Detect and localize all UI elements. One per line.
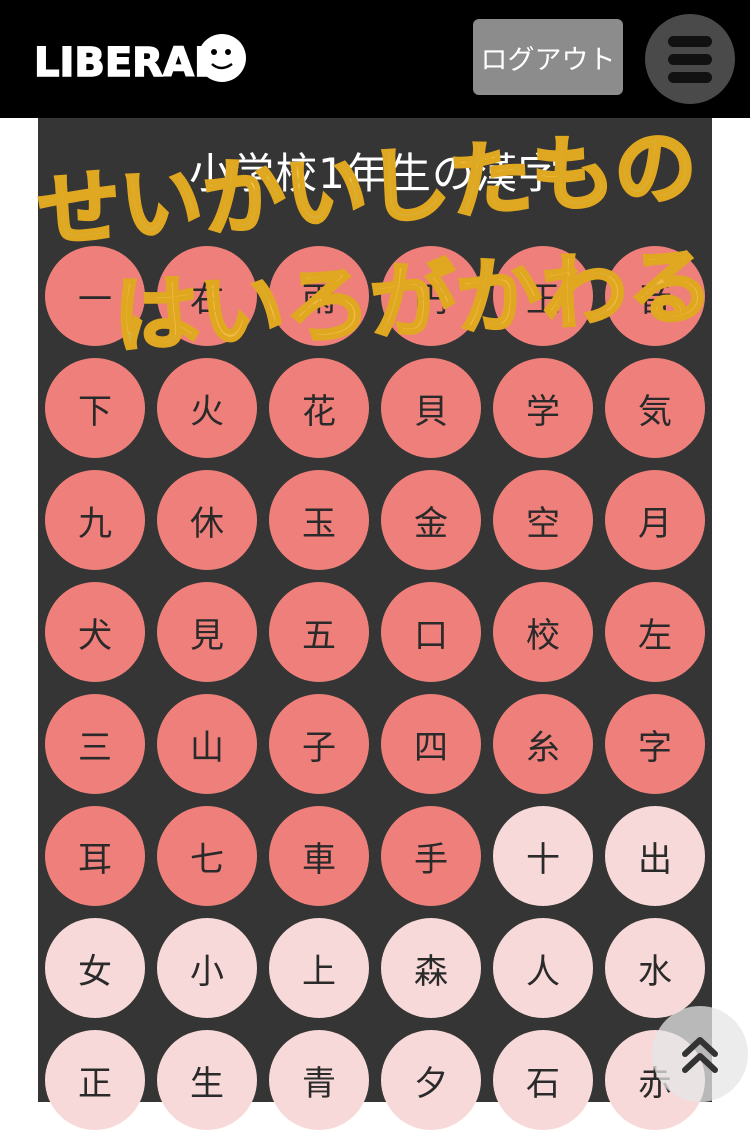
kanji-cell[interactable]: 人 [493, 918, 593, 1018]
hamburger-icon-bar [668, 71, 712, 83]
kanji-cell[interactable]: 下 [45, 358, 145, 458]
kanji-cell[interactable]: 金 [381, 470, 481, 570]
kanji-cell[interactable]: 犬 [45, 582, 145, 682]
hamburger-icon [668, 35, 712, 47]
kanji-cell[interactable]: 気 [605, 358, 705, 458]
kanji-cell[interactable]: 上 [269, 918, 369, 1018]
kanji-cell[interactable]: 子 [269, 694, 369, 794]
kanji-cell[interactable]: 校 [493, 582, 593, 682]
menu-button[interactable] [645, 14, 735, 104]
kanji-cell[interactable]: 月 [605, 470, 705, 570]
kanji-cell[interactable]: 花 [269, 358, 369, 458]
kanji-cell[interactable]: 夕 [381, 1030, 481, 1130]
hamburger-icon-bar [668, 53, 712, 65]
kanji-cell[interactable]: 休 [157, 470, 257, 570]
kanji-cell[interactable]: 五 [269, 582, 369, 682]
kanji-cell[interactable]: 九 [45, 470, 145, 570]
kanji-cell[interactable]: 生 [157, 1030, 257, 1130]
kanji-cell[interactable]: 口 [381, 582, 481, 682]
kanji-cell[interactable]: 青 [269, 1030, 369, 1130]
kanji-cell[interactable]: 玉 [269, 470, 369, 570]
kanji-cell[interactable]: 空 [493, 470, 593, 570]
kanji-cell[interactable]: 七 [157, 806, 257, 906]
double-chevron-up-icon [682, 1037, 718, 1073]
kanji-cell[interactable]: 出 [605, 806, 705, 906]
liberal-logo[interactable]: LIBERAL [30, 24, 250, 94]
kanji-cell[interactable]: 水 [605, 918, 705, 1018]
kanji-cell[interactable]: 十 [493, 806, 593, 906]
logo-text: LIBERAL [34, 40, 219, 86]
kanji-cell[interactable]: 車 [269, 806, 369, 906]
page-title: 小学校1年生の漢字 [189, 149, 561, 198]
kanji-cell[interactable]: 四 [381, 694, 481, 794]
kanji-cell[interactable]: 字 [605, 694, 705, 794]
kanji-cell[interactable]: 耳 [45, 806, 145, 906]
logout-button[interactable]: ログアウト [473, 19, 623, 95]
kanji-cell[interactable]: 一 [45, 246, 145, 346]
app-header: LIBERAL ログアウト [0, 0, 750, 118]
kanji-cell[interactable]: 山 [157, 694, 257, 794]
kanji-cell[interactable]: 小 [157, 918, 257, 1018]
kanji-cell[interactable]: 王 [493, 246, 593, 346]
kanji-cell[interactable]: 音 [605, 246, 705, 346]
kanji-cell[interactable]: 森 [381, 918, 481, 1018]
kanji-cell[interactable]: 円 [381, 246, 481, 346]
kanji-cell[interactable]: 雨 [269, 246, 369, 346]
kanji-cell[interactable]: 見 [157, 582, 257, 682]
kanji-cell[interactable]: 正 [45, 1030, 145, 1130]
kanji-cell[interactable]: 手 [381, 806, 481, 906]
kanji-cell[interactable]: 火 [157, 358, 257, 458]
kanji-cell[interactable]: 女 [45, 918, 145, 1018]
kanji-cell[interactable]: 学 [493, 358, 593, 458]
kanji-cell[interactable]: 石 [493, 1030, 593, 1130]
kanji-cell[interactable]: 右 [157, 246, 257, 346]
kanji-cell[interactable]: 糸 [493, 694, 593, 794]
scroll-to-top-button[interactable] [652, 1006, 748, 1102]
kanji-cell[interactable]: 三 [45, 694, 145, 794]
kanji-cell[interactable]: 貝 [381, 358, 481, 458]
kanji-cell[interactable]: 左 [605, 582, 705, 682]
